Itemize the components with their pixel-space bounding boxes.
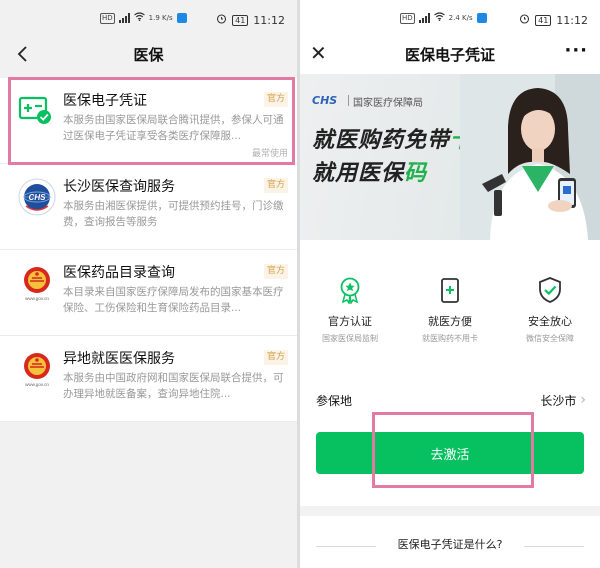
item-desc: 本服务由国家医保局联合腾讯提供，参保人可通过医保电子凭证享受各类医疗保障服... <box>63 114 284 142</box>
status-icons-left: HD 1.9 K/s <box>100 12 187 24</box>
wifi-icon <box>433 12 445 24</box>
slogan-line-2: 就用医保码 <box>312 155 427 187</box>
list-item-drug-catalog[interactable]: www.gov.cn 医保药品目录查询 本目录来自国家医疗保障局发布的国家基本医… <box>0 250 297 336</box>
hd-icon: HD <box>400 12 415 24</box>
right-screen: HD 2.4 K/s 41 11:12 ✕ 医保电子凭证 ··· CHS 国家医… <box>300 0 600 568</box>
nav-bar: ✕ 医保电子凭证 ··· <box>300 34 600 74</box>
item-desc: 本目录来自国家医疗保障局发布的国家基本医疗保险、工伤保险和生育保险药品目录... <box>63 286 284 314</box>
battery-icon: 41 <box>232 14 249 26</box>
phone-plus-icon <box>441 278 459 303</box>
page-title: 医保 <box>133 45 164 64</box>
official-badge: 官方 <box>263 264 288 279</box>
feature-subtitle: 就医购药不用卡 <box>422 334 478 343</box>
chevron-right-icon: › <box>580 392 586 408</box>
official-badge: 官方 <box>263 178 288 193</box>
net-speed: 2.4 K/s <box>448 13 473 22</box>
alarm-icon <box>216 13 227 27</box>
national-emblem-icon: www.gov.cn <box>16 262 58 304</box>
status-bar: HD 2.4 K/s 41 11:12 <box>300 10 600 30</box>
heading-rule-right <box>524 546 584 547</box>
alarm-icon <box>519 13 530 27</box>
list-item-ehealth-card[interactable]: 医保电子凭证 本服务由国家医保局联合腾讯提供，参保人可通过医保电子凭证享受各类医… <box>0 78 297 164</box>
official-badge: 官方 <box>263 92 288 107</box>
status-icons-right: 41 11:12 <box>216 13 285 27</box>
nav-bar: 医保 <box>0 34 297 74</box>
insured-location-label: 参保地 <box>316 393 353 408</box>
more-menu-icon[interactable]: ··· <box>564 40 588 61</box>
slogan-text: 就用医保 <box>312 161 405 186</box>
left-screen: HD 1.9 K/s 41 11:12 医保 医保电子凭证 本服务由国家医保局联… <box>0 0 297 568</box>
item-title: 医保药品目录查询 <box>63 265 175 281</box>
app-notification-icon <box>176 13 187 23</box>
activate-button[interactable]: 去激活 <box>316 432 584 474</box>
feature-subtitle: 微信安全保障 <box>526 334 574 343</box>
item-title: 异地就医医保服务 <box>63 351 175 367</box>
insured-location-value: 长沙市 › <box>540 392 586 409</box>
feature-title: 就医方便 <box>428 315 472 328</box>
feature-title: 官方认证 <box>328 315 372 328</box>
list-item-changsha-query[interactable]: CHS 长沙医保查询服务 本服务由湘医保提供，可提供预约挂号，门诊缴费，查询报告… <box>0 164 297 250</box>
item-desc: 本服务由中国政府网和国家医保局联合提供，可办理异地就医备案，查询异地住院... <box>63 372 284 400</box>
feature-title: 安全放心 <box>528 315 572 328</box>
feature-subtitle: 国家医保局监制 <box>322 334 378 343</box>
wifi-icon <box>133 12 145 24</box>
signal-icon <box>418 13 430 23</box>
back-arrow-icon[interactable] <box>14 44 34 64</box>
chs-globe-logo-icon: CHS <box>16 176 58 218</box>
item-title: 医保电子凭证 <box>63 93 147 109</box>
national-emblem-icon: www.gov.cn <box>16 348 58 390</box>
service-list: 医保电子凭证 本服务由国家医保局联合腾讯提供，参保人可通过医保电子凭证享受各类医… <box>0 78 297 422</box>
slogan-line-1: 就医购药免带卡 <box>312 122 473 154</box>
feature-secure: 安全放心 微信安全保障 <box>500 272 600 352</box>
page-title: 医保电子凭证 <box>404 45 495 64</box>
status-bar: HD 1.9 K/s 41 11:12 <box>0 10 297 30</box>
battery-icon: 41 <box>535 14 552 26</box>
most-used-label: 最常使用 <box>251 149 288 159</box>
item-desc: 本服务由湘医保提供，可提供预约挂号，门诊缴费，查询报告等服务 <box>63 200 284 228</box>
net-speed: 1.9 K/s <box>148 13 173 22</box>
svg-text:www.gov.cn: www.gov.cn <box>25 296 49 301</box>
feature-row: 官方认证 国家医保局监制 就医方便 就医购药不用卡 安全放心 微信安全保障 <box>300 272 600 352</box>
list-item-offsite-medical[interactable]: www.gov.cn 异地就医医保服务 本服务由中国政府网和国家医保局联合提供，… <box>0 336 297 422</box>
what-is-heading: 医保电子凭证是什么? <box>397 538 503 551</box>
status-icons-left: HD 2.4 K/s <box>400 12 487 24</box>
svg-text:www.gov.cn: www.gov.cn <box>25 382 49 387</box>
medical-card-icon <box>16 90 58 132</box>
model-with-scanner-illustration <box>460 74 600 240</box>
clock: 11:12 <box>556 13 588 27</box>
ribbon-star-icon <box>340 277 360 304</box>
org-name: 国家医疗保障局 <box>353 98 423 109</box>
insured-city: 长沙市 <box>540 393 577 408</box>
chs-logo: CHS <box>312 94 338 107</box>
hd-icon: HD <box>100 12 115 24</box>
official-badge: 官方 <box>263 350 288 365</box>
clock: 11:12 <box>253 13 285 27</box>
shield-check-icon <box>539 277 561 303</box>
feature-official: 官方认证 国家医保局监制 <box>300 272 400 352</box>
section-separator <box>300 506 600 516</box>
logo-separator <box>348 95 349 106</box>
insured-location-row[interactable]: 参保地 长沙市 › <box>316 389 586 411</box>
slogan-highlight: 码 <box>404 161 428 186</box>
app-notification-icon <box>476 13 487 23</box>
feature-convenient: 就医方便 就医购药不用卡 <box>400 272 500 352</box>
close-icon[interactable]: ✕ <box>310 42 327 64</box>
item-title: 长沙医保查询服务 <box>63 179 175 195</box>
svg-text:CHS: CHS <box>29 193 47 202</box>
slogan-text: 就医购药免带 <box>312 128 451 153</box>
status-icons-right: 41 11:12 <box>519 13 588 27</box>
promo-banner: CHS 国家医疗保障局 就医购药免带卡 就用医保码 <box>300 74 600 240</box>
signal-icon <box>118 13 130 23</box>
